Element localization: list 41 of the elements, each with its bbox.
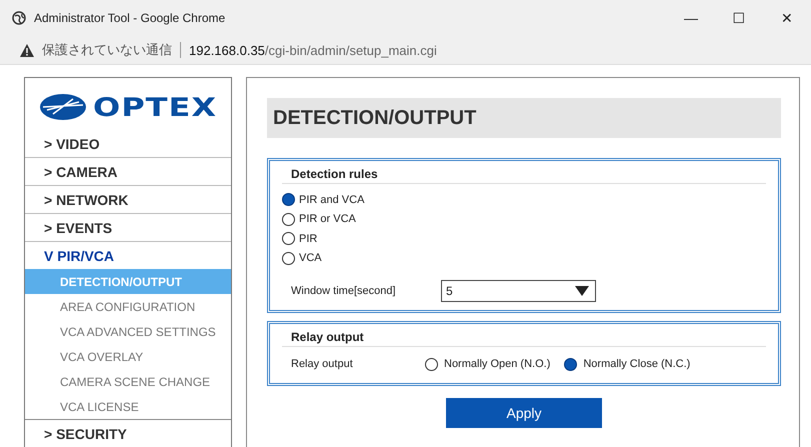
field-label: Window time[second] bbox=[291, 285, 397, 297]
radio-button[interactable] bbox=[564, 358, 578, 370]
sidebar-item[interactable]: > EVENTS bbox=[25, 214, 231, 242]
radio-button[interactable] bbox=[282, 232, 295, 246]
sidebar-subitem[interactable]: VCA OVERLAY bbox=[25, 344, 231, 370]
warning-icon bbox=[20, 44, 34, 56]
radio-label: PIR and VCA bbox=[299, 194, 364, 206]
field-label: Relay output bbox=[291, 358, 354, 370]
logo-text: OPTEX bbox=[93, 92, 218, 122]
sidebar-subitem[interactable]: VCA ADVANCED SETTINGS bbox=[25, 319, 231, 344]
sidebar-item[interactable]: > NETWORK bbox=[25, 186, 231, 214]
radio-label: PIR or VCA bbox=[299, 213, 356, 226]
radio-button[interactable] bbox=[282, 212, 295, 226]
close-button[interactable]: ✕ bbox=[763, 0, 811, 36]
radio-button[interactable] bbox=[425, 358, 438, 370]
radio-label: VCA bbox=[299, 252, 322, 264]
minimize-button[interactable]: — bbox=[667, 0, 715, 36]
maximize-button[interactable]: ☐ bbox=[715, 0, 763, 36]
window-time-dropdown[interactable]: 5 bbox=[441, 280, 596, 302]
sidebar-subitem[interactable]: VCA LICENSE bbox=[25, 394, 231, 420]
apply-button[interactable]: Apply bbox=[446, 398, 602, 428]
globe-icon bbox=[12, 11, 26, 25]
window-title: Administrator Tool - Google Chrome bbox=[34, 11, 226, 25]
radio-button[interactable] bbox=[282, 193, 295, 206]
radio-button[interactable] bbox=[282, 252, 295, 265]
url-text[interactable]: 192.168.0.35/cgi-bin/admin/setup_main.cgi bbox=[189, 42, 437, 58]
sidebar-subitem[interactable]: AREA CONFIGURATION bbox=[25, 294, 231, 320]
sidebar-subitem[interactable]: CAMERA SCENE CHANGE bbox=[25, 369, 231, 394]
radio-label: Normally Close (N.C.) bbox=[583, 358, 690, 370]
sidebar-item[interactable]: > VIDEO bbox=[25, 130, 231, 158]
section-title: Detection rules bbox=[282, 167, 766, 184]
page-title: DETECTION/OUTPUT bbox=[267, 98, 781, 138]
sidebar-item[interactable]: V PIR/VCA bbox=[25, 242, 231, 270]
caret-icon bbox=[575, 286, 589, 296]
security-warning[interactable]: 保護されていない通信 bbox=[42, 41, 172, 59]
sidebar-item[interactable]: > CAMERA bbox=[25, 158, 231, 186]
logo-icon bbox=[39, 93, 87, 122]
section-title: Relay output bbox=[282, 330, 766, 347]
radio-label: Normally Open (N.O.) bbox=[444, 358, 550, 370]
radio-label: PIR bbox=[299, 232, 318, 245]
sidebar-item[interactable]: > SECURITY bbox=[25, 420, 231, 447]
